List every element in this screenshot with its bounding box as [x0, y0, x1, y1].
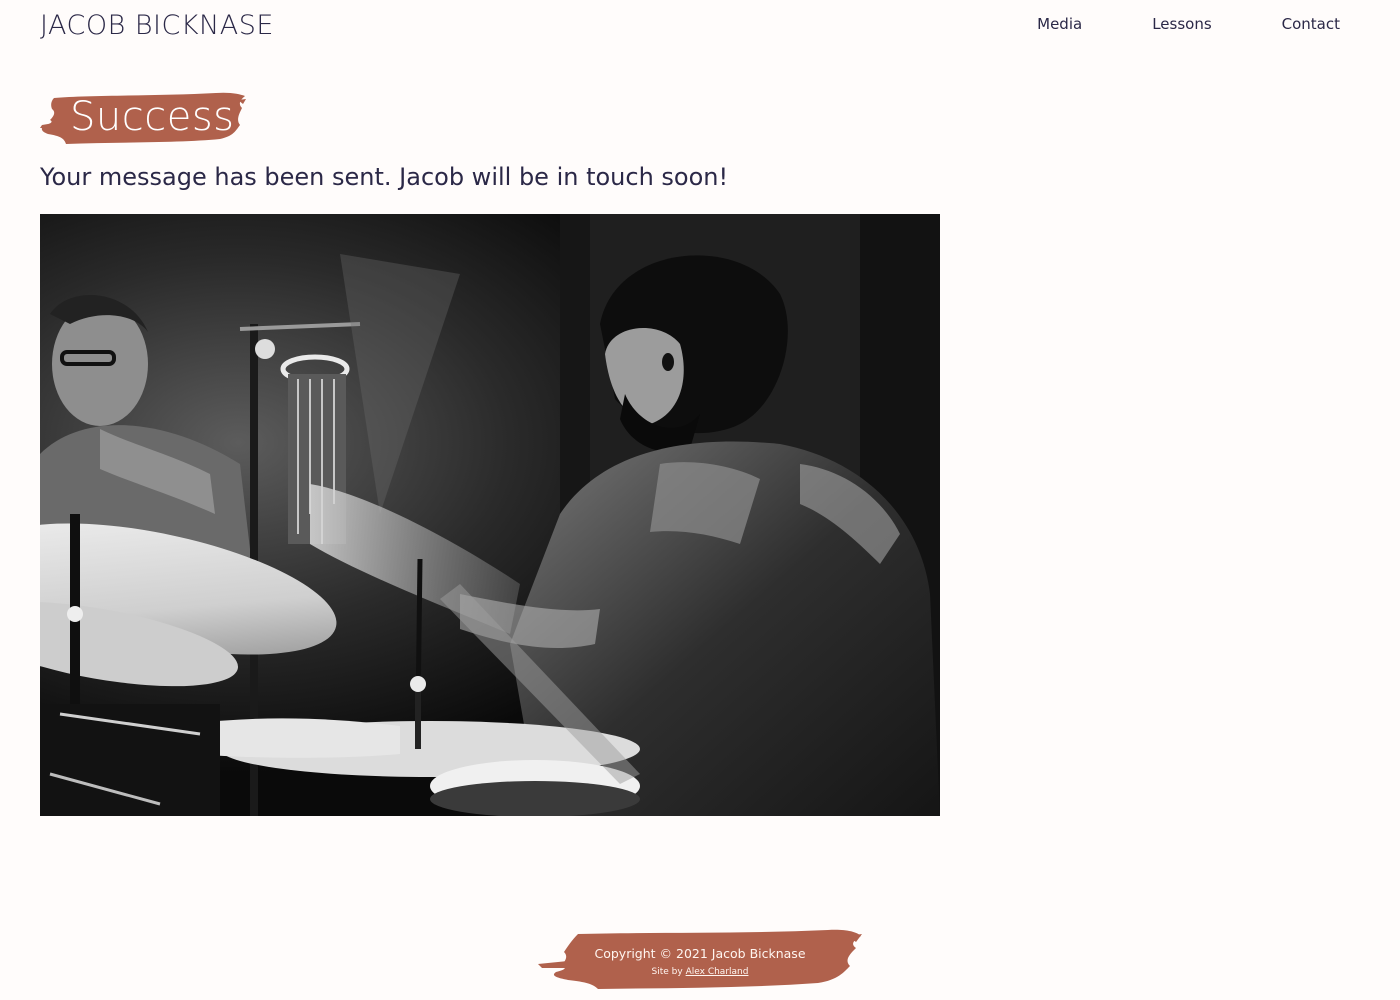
- page-title: Success: [70, 94, 235, 140]
- nav-link-lessons[interactable]: Lessons: [1152, 15, 1211, 33]
- site-title-link[interactable]: JACOB BICKNASE: [40, 10, 274, 41]
- page-title-block: Success: [40, 92, 246, 146]
- main-nav: Media Lessons Contact: [1037, 15, 1340, 33]
- success-message: Your message has been sent. Jacob will b…: [40, 163, 729, 191]
- footer-copyright: Copyright © 2021 Jacob Bicknase: [594, 946, 806, 961]
- nav-link-contact[interactable]: Contact: [1282, 15, 1340, 33]
- footer-credit-prefix: Site by: [651, 967, 683, 977]
- drummer-photo-image: [40, 214, 940, 816]
- site-footer: Copyright © 2021 Jacob Bicknase Site by …: [538, 928, 862, 992]
- site-header: JACOB BICKNASE Media Lessons Contact: [0, 0, 1400, 60]
- footer-credit-link[interactable]: Alex Charland: [686, 967, 749, 977]
- drummer-photo: [40, 214, 940, 816]
- nav-link-media[interactable]: Media: [1037, 15, 1082, 33]
- footer-credit: Site by Alex Charland: [538, 967, 862, 977]
